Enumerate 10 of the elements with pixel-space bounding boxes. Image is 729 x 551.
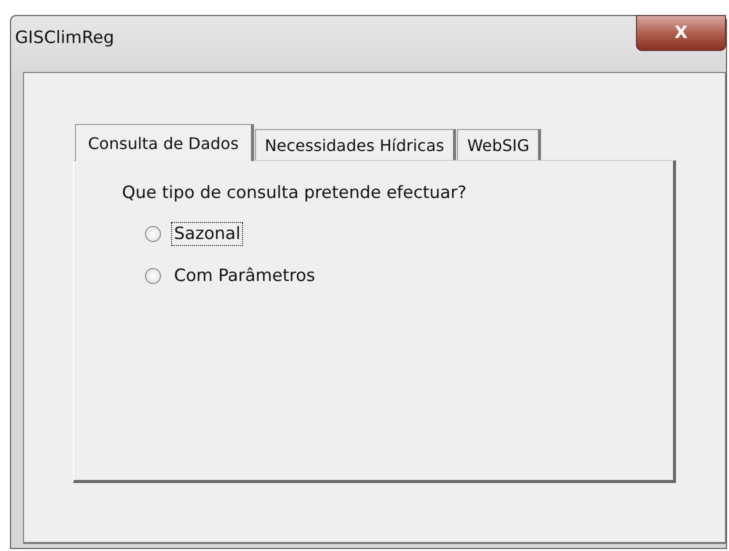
close-button[interactable]: X xyxy=(636,15,726,51)
tab[interactable]: WebSIG xyxy=(457,129,542,160)
radio-label[interactable]: Com Parâmetros xyxy=(171,264,318,288)
tab[interactable]: Necessidades Hídricas xyxy=(254,129,456,160)
radio-button[interactable] xyxy=(145,226,161,242)
window-title: GISClimReg xyxy=(15,28,114,48)
radio-label[interactable]: Sazonal xyxy=(171,222,244,246)
radio-button[interactable] xyxy=(145,268,161,284)
question-label: Que tipo de consulta pretende efectuar? xyxy=(122,183,468,203)
tab[interactable]: Consulta de Dados xyxy=(75,124,254,161)
